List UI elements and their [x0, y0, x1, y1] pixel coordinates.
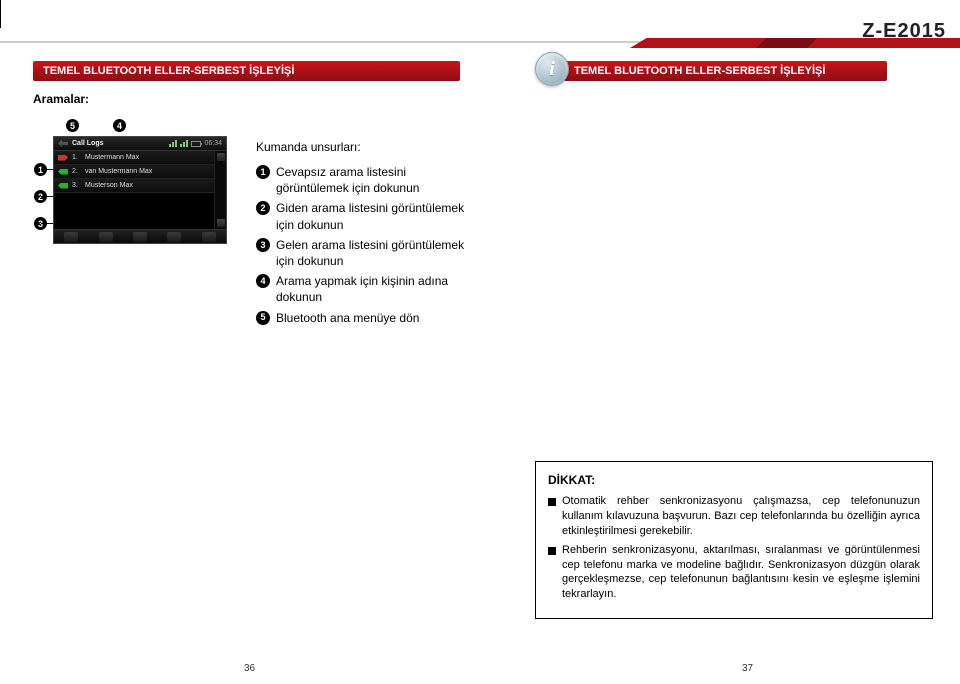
control-text: Bluetooth ana menüye dön	[276, 310, 466, 326]
device-footer	[54, 229, 226, 243]
device-time: 06:34	[204, 140, 222, 147]
model-label: Z-E2015	[862, 20, 946, 43]
row-name: van Mustermann Max	[82, 168, 226, 175]
outgoing-call-icon	[58, 169, 68, 175]
device-screenshot: Call Logs 06:34 1. Mustermann Max 2. van…	[53, 136, 227, 244]
control-text: Giden arama listesini görüntülemek için …	[276, 200, 466, 232]
control-item: 3 Gelen arama listesini görüntülemek içi…	[256, 237, 466, 269]
scrollbar	[214, 151, 226, 229]
list-item: 1. Mustermann Max	[54, 151, 226, 165]
row-num: 3.	[72, 182, 82, 189]
missed-call-icon	[58, 155, 68, 161]
note-title: DİKKAT:	[548, 472, 920, 488]
list-item: 2. van Mustermann Max	[54, 165, 226, 179]
note-text: Otomatik rehber senkronizasyonu çalışmaz…	[562, 494, 920, 539]
note-item: Rehberin senkronizasyonu, aktarılması, s…	[548, 543, 920, 602]
info-icon: i	[535, 52, 569, 86]
page-number-left: 36	[244, 663, 255, 674]
controls-list: 1 Cevapsız arama listesini görüntülemek …	[256, 164, 466, 330]
controls-heading: Kumanda unsurları:	[256, 140, 361, 154]
footer-button	[64, 232, 78, 242]
page-number-right: 37	[742, 663, 753, 674]
bullet-5: 5	[256, 311, 270, 325]
note-item: Otomatik rehber senkronizasyonu çalışmaz…	[548, 494, 920, 539]
signal-icon	[169, 140, 177, 147]
bullet-3: 3	[256, 238, 270, 252]
device-rows: 1. Mustermann Max 2. van Mustermann Max …	[54, 151, 226, 193]
note-box: DİKKAT: Otomatik rehber senkronizasyonu …	[535, 461, 933, 619]
callout-5: 5	[66, 119, 79, 132]
square-bullet-icon	[548, 547, 556, 555]
row-name: Mustermann Max	[82, 154, 226, 161]
control-text: Arama yapmak için kişinin adına dokunun	[276, 273, 466, 305]
scroll-down-icon	[217, 219, 225, 227]
footer-button	[133, 232, 147, 242]
pointer-line	[0, 14, 1, 28]
control-text: Cevapsız arama listesini görüntülemek iç…	[276, 164, 466, 196]
header-band	[0, 38, 960, 48]
section-banner-left: TEMEL BLUETOOTH ELLER-SERBEST İŞLEYİŞİ	[33, 61, 460, 81]
row-name: Musterson Max	[82, 182, 226, 189]
pointer-line	[0, 0, 1, 14]
control-item: 2 Giden arama listesini görüntülemek içi…	[256, 200, 466, 232]
scroll-up-icon	[217, 153, 225, 161]
device-title: Call Logs	[72, 140, 104, 147]
bullet-2: 2	[256, 201, 270, 215]
control-item: 1 Cevapsız arama listesini görüntülemek …	[256, 164, 466, 196]
incoming-call-icon	[58, 183, 68, 189]
device-header: Call Logs 06:34	[54, 137, 226, 151]
row-num: 2.	[72, 168, 82, 175]
bullet-1: 1	[256, 165, 270, 179]
control-item: 5 Bluetooth ana menüye dön	[256, 310, 466, 326]
back-icon	[58, 140, 68, 148]
signal-icon	[180, 140, 188, 147]
square-bullet-icon	[548, 498, 556, 506]
subheading: Aramalar:	[33, 92, 89, 106]
note-text: Rehberin senkronizasyonu, aktarılması, s…	[562, 543, 920, 602]
footer-button	[99, 232, 113, 242]
section-banner-right: TEMEL BLUETOOTH ELLER-SERBEST İŞLEYİŞİ	[564, 61, 887, 81]
bullet-4: 4	[256, 274, 270, 288]
row-num: 1.	[72, 154, 82, 161]
device-status: 06:34	[169, 140, 222, 147]
footer-button	[202, 232, 216, 242]
callout-4: 4	[113, 119, 126, 132]
battery-icon	[191, 141, 201, 147]
footer-button	[167, 232, 181, 242]
control-text: Gelen arama listesini görüntülemek için …	[276, 237, 466, 269]
control-item: 4 Arama yapmak için kişinin adına dokunu…	[256, 273, 466, 305]
list-item: 3. Musterson Max	[54, 179, 226, 193]
